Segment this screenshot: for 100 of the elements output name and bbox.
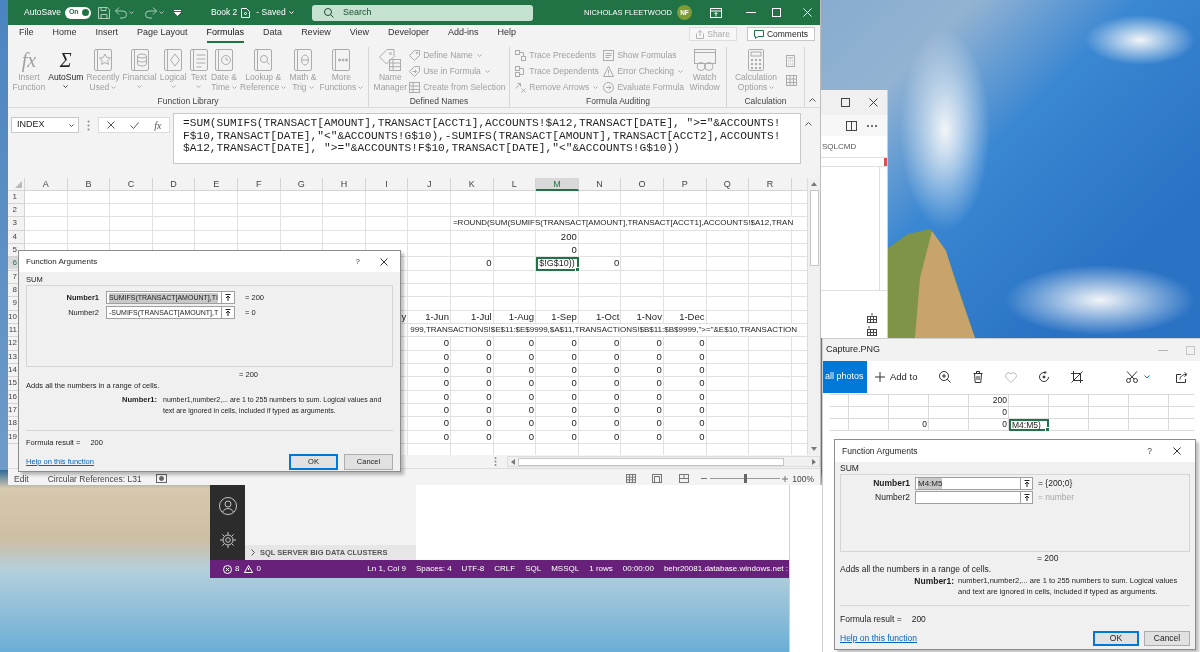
document-title[interactable]: Book 2 — [210, 6, 238, 19]
status-item[interactable]: UTF-8 — [461, 563, 485, 575]
cell-value[interactable]: 0 — [699, 364, 705, 377]
cell-value[interactable]: 0 — [571, 364, 577, 377]
cell-value[interactable]: 0 — [1002, 419, 1007, 431]
collapse-icon[interactable] — [809, 98, 816, 102]
cell-value[interactable]: 0 — [614, 417, 620, 431]
cell-value[interactable]: 0 — [486, 351, 492, 364]
row-number[interactable]: 3 — [8, 217, 18, 229]
zoom-slider[interactable] — [710, 474, 781, 483]
cell-value[interactable]: 0 — [528, 431, 535, 444]
cell-value[interactable]: 0 — [922, 419, 927, 431]
rotate-icon[interactable] — [1038, 371, 1051, 383]
row-number[interactable]: 7 — [8, 271, 18, 283]
active-cell[interactable]: $!G$10)) — [536, 257, 579, 271]
cell-value[interactable]: 0 — [656, 364, 662, 377]
row-number[interactable]: 10 — [8, 311, 18, 323]
grip-icon[interactable] — [87, 120, 90, 131]
tab[interactable]: Add-ins — [448, 25, 479, 43]
tab[interactable]: Home — [52, 25, 77, 43]
up-arrow-icon[interactable] — [811, 182, 817, 186]
column-header[interactable]: G — [280, 178, 324, 191]
trash-icon[interactable] — [973, 371, 984, 383]
maximize-icon[interactable] — [841, 98, 850, 107]
column-header[interactable]: M — [536, 178, 579, 191]
cell-value[interactable]: 0 — [443, 417, 449, 431]
cell-value[interactable]: 0 — [443, 391, 449, 404]
page-layout-icon[interactable] — [652, 474, 663, 483]
column-header[interactable]: N — [578, 178, 622, 191]
ribbon-display-icon[interactable] — [710, 7, 722, 18]
tab[interactable]: View — [349, 25, 369, 43]
caret-icon[interactable] — [158, 11, 164, 14]
zoom-level[interactable]: 100% — [792, 473, 814, 484]
help-button[interactable]: ? — [355, 255, 360, 268]
comments-button[interactable]: Comments — [746, 27, 815, 41]
tab[interactable]: Help — [497, 25, 517, 43]
cell-value[interactable]: 1-Aug — [508, 311, 535, 324]
row-number[interactable]: 16 — [8, 391, 18, 403]
cell-value[interactable]: 0 — [528, 364, 535, 377]
dialog-button[interactable]: Cancel — [1144, 631, 1190, 646]
column-header[interactable]: O — [621, 178, 664, 191]
cell-value[interactable]: 0 — [656, 351, 662, 364]
macro-icon[interactable] — [155, 474, 167, 483]
row-number[interactable]: 15 — [8, 377, 18, 389]
account-icon[interactable] — [218, 497, 237, 515]
column-header[interactable]: P — [663, 178, 707, 191]
search-field[interactable]: Search — [312, 4, 533, 21]
collapse-button[interactable] — [1021, 491, 1033, 504]
caret-icon[interactable] — [128, 11, 134, 14]
row-number[interactable]: 2 — [8, 204, 18, 216]
save-status[interactable]: - Saved — [256, 6, 286, 19]
save-icon[interactable] — [97, 6, 110, 19]
column-header[interactable]: D — [152, 178, 196, 191]
cell-value[interactable]: 0 — [699, 431, 705, 444]
table-arrow-icon[interactable] — [867, 326, 877, 336]
settings-icon[interactable] — [219, 532, 236, 548]
chevron-down-icon[interactable] — [1144, 375, 1151, 379]
horizontal-scrollbar[interactable] — [507, 456, 820, 467]
status-item[interactable]: CRLF — [494, 563, 516, 575]
slider-thumb[interactable] — [743, 474, 747, 483]
column-header[interactable]: L — [493, 178, 537, 191]
argument-field[interactable]: M4:M5 — [915, 477, 1021, 490]
tab[interactable]: Data — [263, 25, 283, 43]
cell-value[interactable]: 0 — [614, 404, 620, 417]
redo-icon[interactable] — [144, 6, 157, 19]
cell-value[interactable]: 0 — [443, 404, 449, 417]
cell-value[interactable]: 200 — [992, 395, 1007, 407]
check-icon[interactable] — [129, 121, 139, 129]
cell-value[interactable]: 0 — [699, 351, 705, 364]
cancel-icon[interactable] — [106, 121, 115, 129]
cell-value[interactable]: 0 — [571, 244, 577, 257]
row-number[interactable]: 17 — [8, 404, 18, 416]
row-number[interactable]: 14 — [8, 364, 18, 376]
scissors-icon[interactable] — [1126, 371, 1139, 383]
cell-value[interactable]: 0 — [571, 337, 577, 351]
cell-value[interactable]: 0 — [486, 257, 492, 271]
all-photos-button[interactable]: all photos — [823, 361, 867, 393]
column-header[interactable]: K — [450, 178, 494, 191]
cell-value[interactable]: 0 — [699, 377, 705, 391]
error-count[interactable]: 8 — [235, 563, 240, 575]
column-header[interactable]: B — [67, 178, 111, 191]
row-number[interactable]: 4 — [8, 231, 18, 243]
collapse-button[interactable] — [222, 291, 235, 304]
page-break-icon[interactable] — [679, 474, 690, 483]
collapse-button[interactable] — [1021, 477, 1033, 490]
cell-value[interactable]: 0 — [443, 337, 449, 351]
cell-value[interactable]: 0 — [528, 377, 535, 391]
more-icon[interactable] — [867, 124, 877, 127]
cell-value[interactable]: 0 — [656, 377, 662, 391]
active-cell[interactable]: M4:M5) — [1009, 419, 1049, 431]
column-header[interactable]: Q — [706, 178, 750, 191]
cell-value[interactable]: 200 — [560, 231, 577, 244]
close-icon[interactable] — [1173, 447, 1181, 455]
normal-view-icon[interactable] — [626, 474, 637, 483]
cell-value[interactable]: 0 — [486, 431, 492, 444]
column-header[interactable]: I — [365, 178, 409, 191]
cell-value[interactable]: 0 — [656, 417, 662, 431]
vertical-scrollbar[interactable] — [807, 178, 820, 455]
column-header[interactable]: E — [195, 178, 238, 191]
cell-value[interactable]: 0 — [571, 377, 577, 391]
